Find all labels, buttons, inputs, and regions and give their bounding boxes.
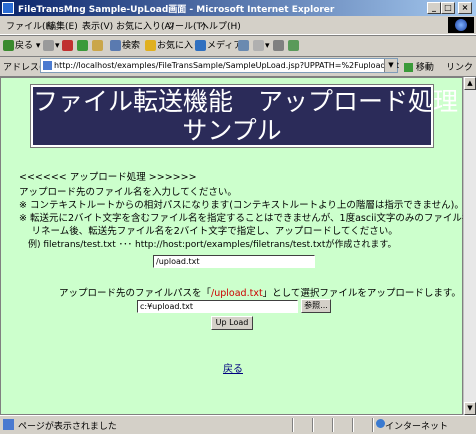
status-divider <box>352 418 354 432</box>
upload-path-highlight: /upload.txt <box>211 288 263 299</box>
forward-button[interactable]: ▾ <box>43 39 60 53</box>
back-link[interactable]: 戻る <box>223 360 243 375</box>
edit-icon <box>288 40 299 51</box>
menu-bar: ファイル(F) 編集(E) 表示(V) お気に入り(A) ツール(T) ヘルプ(… <box>0 16 476 35</box>
page-icon <box>43 61 52 70</box>
favorites-button[interactable]: お気に入り <box>145 39 202 53</box>
refresh-icon <box>77 40 88 51</box>
menu-help[interactable]: ヘルプ(H) <box>200 19 241 32</box>
address-url: http://localhost/examples/FileTransSampl… <box>54 61 400 70</box>
instruction-1: アップロード先のファイル名を入力してください。 <box>19 187 237 198</box>
history-icon <box>238 40 249 51</box>
print-icon <box>273 40 284 51</box>
destination-path-input[interactable]: /upload.txt <box>153 255 315 268</box>
menu-edit[interactable]: 編集(E) <box>47 19 78 32</box>
maximize-button[interactable]: □ <box>441 2 455 14</box>
edit-button[interactable] <box>288 39 300 53</box>
print-button[interactable] <box>273 39 285 53</box>
page-content: ファイル転送機能 アップロード処理 サンプル <<<<<< アップロード処理 >… <box>0 77 476 415</box>
instruction-3: ※ 転送元に2バイト文字を含むファイル名を指定することはできませんが、1度asc… <box>19 213 476 224</box>
minimize-button[interactable]: _ <box>427 2 441 14</box>
address-input[interactable]: http://localhost/examples/FileTransSampl… <box>40 58 400 73</box>
title-bar: FileTransMng Sample-UpLoad画面 - Microsoft… <box>0 0 476 16</box>
media-icon <box>195 40 206 51</box>
address-bar: アドレス(D) http://localhost/examples/FileTr… <box>0 56 476 77</box>
instruction-4: リネーム後、転送先ファイル名を2バイト文字で指定し、アップロードしてください。 <box>19 226 398 237</box>
stop-button[interactable] <box>62 39 74 53</box>
go-arrow-icon <box>404 63 413 72</box>
go-button[interactable]: 移動 <box>404 60 434 73</box>
status-divider <box>332 418 334 432</box>
stop-icon <box>62 40 73 51</box>
heading-line-1: ファイル転送機能 アップロード処理 <box>33 87 459 116</box>
status-divider <box>312 418 314 432</box>
history-button[interactable] <box>238 39 250 53</box>
status-divider <box>292 418 294 432</box>
address-dropdown-icon[interactable]: ▼ <box>384 59 397 72</box>
section-title: <<<<<< アップロード処理 >>>>>> <box>19 172 197 183</box>
forward-arrow-icon <box>43 40 54 51</box>
instruction-example: 例) filetrans/test.txt ･･･ http://host:po… <box>19 240 397 250</box>
ie-logo-icon <box>448 17 474 33</box>
home-button[interactable] <box>92 39 104 53</box>
mail-icon <box>253 40 264 51</box>
status-divider <box>372 418 374 432</box>
upload-description: アップロード先のファイルパスを「/upload.txt」として選択ファイルをアッ… <box>59 288 461 299</box>
menu-view[interactable]: 表示(V) <box>82 19 113 32</box>
source-file-input[interactable]: c:¥upload.txt <box>137 300 298 313</box>
security-zone: インターネット <box>385 422 449 432</box>
toolbar: 戻る ▾ ▾ 検索 お気に入り メディア ▾ <box>0 35 476 57</box>
home-icon <box>92 40 103 51</box>
instruction-2: ※ コンテキストルートからの相対パスになります(コンテキストルートより上の階層は… <box>19 200 464 211</box>
scroll-down-icon[interactable]: ▼ <box>464 402 476 415</box>
vertical-scrollbar[interactable]: ▲ ▼ <box>463 77 476 415</box>
page-heading: ファイル転送機能 アップロード処理 サンプル <box>30 84 459 148</box>
status-bar: ページが表示されました インターネット <box>0 415 476 434</box>
ie-app-icon <box>2 2 14 14</box>
refresh-button[interactable] <box>77 39 89 53</box>
search-button[interactable]: 検索 <box>110 39 140 53</box>
media-button[interactable]: メディア <box>195 39 242 53</box>
status-text: ページが表示されました <box>18 422 117 432</box>
close-button[interactable]: × <box>458 2 472 14</box>
heading-line-2: サンプル <box>182 116 282 145</box>
browse-button[interactable]: 参照... <box>301 299 331 313</box>
internet-zone-icon <box>376 419 385 428</box>
favorites-star-icon <box>145 40 156 51</box>
links-button[interactable]: リンク » <box>446 60 476 73</box>
scroll-up-icon[interactable]: ▲ <box>464 77 476 90</box>
back-button[interactable]: 戻る ▾ <box>3 39 40 53</box>
mail-button[interactable]: ▾ <box>253 39 270 53</box>
search-icon <box>110 40 121 51</box>
upload-button[interactable]: Up Load <box>211 316 253 330</box>
window-title: FileTransMng Sample-UpLoad画面 - Microsoft… <box>18 5 335 15</box>
page-done-icon <box>3 419 14 430</box>
back-arrow-icon <box>3 40 14 51</box>
